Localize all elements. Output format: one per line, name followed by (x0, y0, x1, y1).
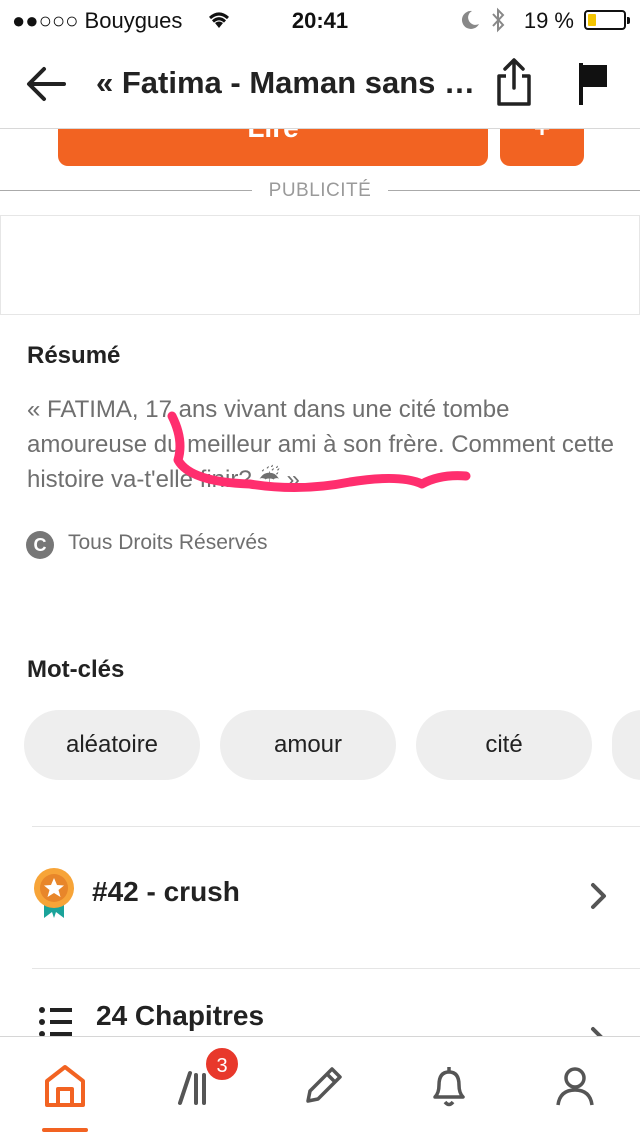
chapters-label: 24 Chapitres (96, 1000, 265, 1031)
chevron-right-icon (588, 880, 610, 917)
tag-chip[interactable]: cité (416, 710, 592, 780)
ranking-row[interactable]: #42 - crush (0, 840, 640, 950)
battery-percent: 19 % (523, 8, 574, 33)
back-arrow-icon[interactable] (24, 62, 68, 111)
tag-chip[interactable]: aléatoire (24, 710, 200, 780)
report-flag-icon[interactable] (574, 60, 614, 113)
summary-heading: Résumé (27, 342, 121, 369)
status-bar: ●●○○○ Bouygues 20:41 19 % (0, 0, 640, 40)
ad-label: PUBLICITÉ (268, 180, 372, 201)
story-title: « Fatima - Maman sans 17 ans (96, 65, 476, 100)
notification-badge: 3 (204, 1046, 240, 1082)
moon-icon (460, 9, 480, 37)
keywords-heading: Mot-clés (27, 656, 125, 683)
share-icon[interactable] (494, 56, 534, 113)
ad-banner[interactable] (0, 215, 640, 315)
battery-icon (584, 10, 630, 30)
tab-notifications[interactable] (408, 1037, 488, 1137)
active-tab-indicator (42, 1128, 88, 1132)
copyright-label: Tous Droits Réservés (68, 531, 268, 554)
scribble-annotation (167, 411, 471, 493)
list-icon (38, 1006, 74, 1036)
copyright-icon: C (26, 531, 54, 559)
home-icon (45, 1065, 85, 1107)
divider (32, 968, 640, 969)
tab-bar (0, 1036, 640, 1137)
chapters-row[interactable]: 24 Chapitres (0, 980, 640, 1036)
ranking-badge-icon (30, 866, 78, 927)
bluetooth-icon (490, 7, 506, 39)
tag-chip[interactable]: amour (220, 710, 396, 780)
pencil-icon (306, 1067, 342, 1103)
profile-icon (556, 1067, 594, 1106)
navigation-bar: « Fatima - Maman sans 17 ans (0, 40, 640, 129)
tab-profile[interactable] (534, 1037, 614, 1137)
tab-write[interactable] (282, 1037, 362, 1137)
battery-fill (588, 14, 596, 26)
chevron-right-icon (588, 1024, 610, 1036)
tag-chip-partial[interactable] (612, 710, 640, 780)
tab-home[interactable] (24, 1037, 104, 1137)
ranking-label: #42 - crush (92, 876, 240, 907)
bell-icon (433, 1067, 465, 1107)
divider (388, 190, 640, 191)
divider (32, 826, 640, 827)
